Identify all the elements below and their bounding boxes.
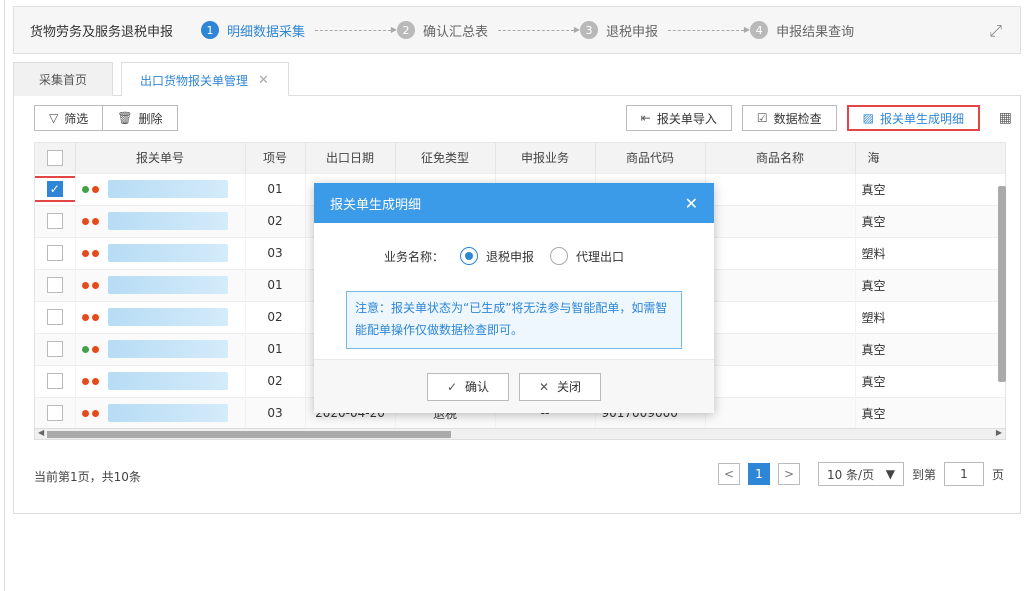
close-label: 关闭 (557, 380, 582, 394)
notice-box: 注意：报关单状态为“已生成”将无法参与智能配单，如需智能配单操作仅做数据检查即可… (346, 291, 682, 349)
close-button[interactable]: ✕ 关闭 (519, 372, 601, 401)
dialog-footer: ✓ 确认 ✕ 关闭 (314, 359, 714, 413)
field-label: 业务名称： (384, 249, 445, 264)
business-type-field: 业务名称： 退税申报 代理出口 (384, 247, 624, 265)
option-agent-export[interactable]: 代理出口 (550, 247, 624, 265)
option-label: 代理出口 (576, 249, 625, 264)
radio-icon[interactable] (550, 247, 569, 265)
generate-details-dialog: 报关单生成明细 ✕ 业务名称： 退税申报 代理出口 注意：报关单状态为“已生成”… (314, 183, 714, 413)
option-label: 退税申报 (486, 249, 535, 264)
option-tax-refund[interactable]: 退税申报 (460, 247, 534, 265)
dialog-header: 报关单生成明细 ✕ (314, 183, 714, 223)
close-icon[interactable]: ✕ (685, 194, 698, 213)
close-icon: ✕ (538, 379, 550, 394)
radio-selected-icon[interactable] (460, 247, 479, 265)
dialog-title: 报关单生成明细 (330, 197, 422, 213)
confirm-label: 确认 (465, 380, 490, 394)
check-circle-icon: ✓ (446, 379, 458, 394)
confirm-button[interactable]: ✓ 确认 (427, 372, 509, 401)
